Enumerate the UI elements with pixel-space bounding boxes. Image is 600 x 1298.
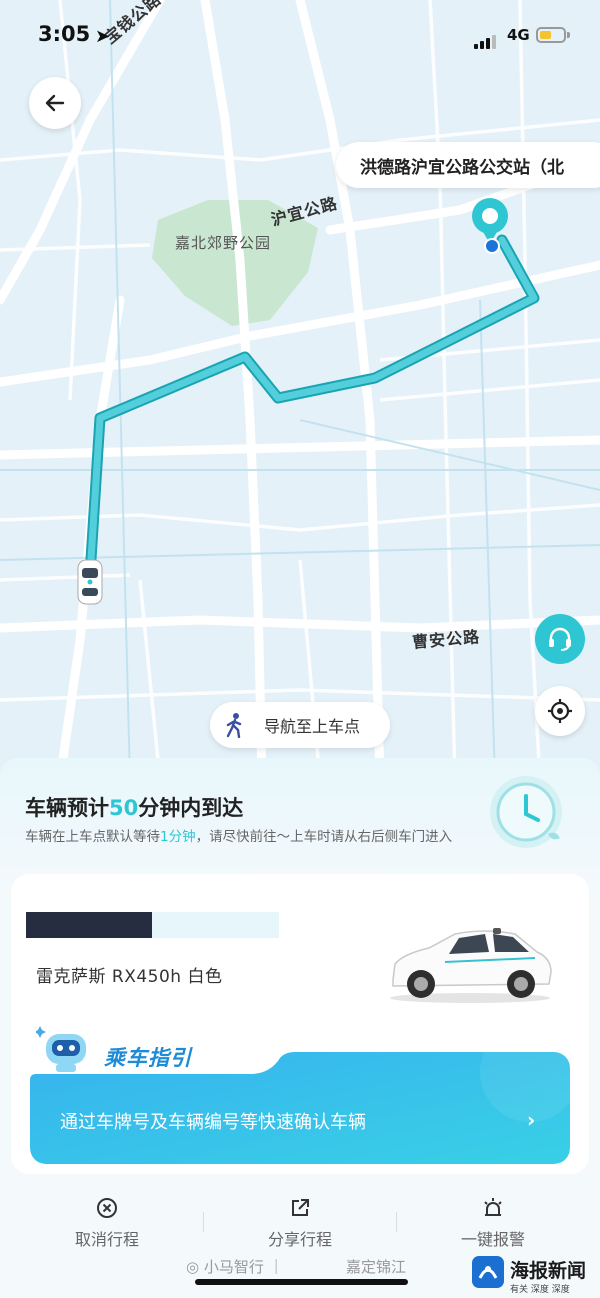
- emergency-alarm-label: 一键报警: [460, 1230, 525, 1249]
- destination-name: 洪德路沪宜公路公交站（北: [360, 157, 564, 178]
- headset-icon: [549, 627, 571, 651]
- ride-guide-title: 乘车指引: [104, 1046, 192, 1070]
- share-trip-button[interactable]: 分享行程: [240, 1196, 360, 1250]
- clock-icon: [490, 776, 562, 848]
- brand-logo-pony: ◎ 小马智行 ｜: [186, 1258, 284, 1276]
- license-plate-masked: [26, 912, 152, 938]
- news-watermark: 海报新闻 有关 深度 深度: [472, 1256, 586, 1295]
- arrow-left-icon: [45, 94, 65, 112]
- ride-guide-text: 通过车牌号及车辆编号等快速确认车辆: [60, 1112, 366, 1133]
- status-time: 3:05: [38, 22, 91, 46]
- eta-minutes: 50: [109, 796, 139, 820]
- vehicle-number-masked: [152, 912, 279, 938]
- location-arrow-icon: ➤: [95, 26, 111, 47]
- watermark-sub: 有关 深度 深度: [510, 1285, 570, 1295]
- cancel-icon: [97, 1198, 117, 1218]
- share-icon: [292, 1199, 309, 1216]
- vehicle-model: 雷克萨斯 RX450h 白色: [36, 967, 223, 987]
- brand-logo-jiading: 嘉定锦江: [346, 1258, 407, 1276]
- status-bar: 3:05 ➤ 4G: [0, 18, 600, 52]
- cancel-trip-button[interactable]: 取消行程: [47, 1196, 167, 1250]
- watermark-title: 海报新闻: [510, 1260, 587, 1282]
- battery-icon: [536, 27, 570, 43]
- vehicle-image: [390, 928, 552, 1003]
- locate-button[interactable]: [535, 686, 585, 736]
- share-trip-label: 分享行程: [267, 1230, 332, 1249]
- walking-icon: [226, 713, 242, 738]
- map-view[interactable]: 宝钱公路 沪宜公路 嘉北郊野公园 曹安公路: [0, 0, 600, 780]
- navigate-to-pickup-button[interactable]: 导航至上车点: [210, 702, 390, 748]
- signal-icon: [474, 30, 498, 49]
- home-indicator[interactable]: [195, 1279, 408, 1285]
- network-type: 4G: [507, 26, 530, 44]
- cancel-trip-label: 取消行程: [74, 1230, 139, 1249]
- walk-pill-label: 导航至上车点: [264, 717, 361, 736]
- divider: [203, 1212, 204, 1232]
- emergency-alarm-button[interactable]: 一键报警: [433, 1196, 553, 1250]
- crosshair-icon: [548, 699, 572, 723]
- chevron-right-icon: ›: [527, 1108, 536, 1132]
- trip-actions: 取消行程 分享行程 一键报警: [0, 1196, 600, 1256]
- customer-service-button[interactable]: [535, 614, 585, 664]
- back-button[interactable]: [29, 77, 81, 129]
- eta-title: 车辆预计50分钟内到达: [25, 796, 244, 820]
- vehicle-marker: [77, 559, 103, 605]
- road-label-park: 嘉北郊野公园: [175, 234, 272, 252]
- map-canvas: [0, 0, 600, 780]
- eta-subtitle: 车辆在上车点默认等待1分钟，请尽快前往～上车时请从右后侧车门进入: [25, 829, 453, 845]
- destination-label[interactable]: 洪德路沪宜公路公交站（北: [336, 142, 600, 188]
- news-logo-icon: [472, 1256, 504, 1288]
- divider: [396, 1212, 397, 1232]
- robot-icon: [36, 1026, 86, 1072]
- alarm-icon: [484, 1198, 502, 1216]
